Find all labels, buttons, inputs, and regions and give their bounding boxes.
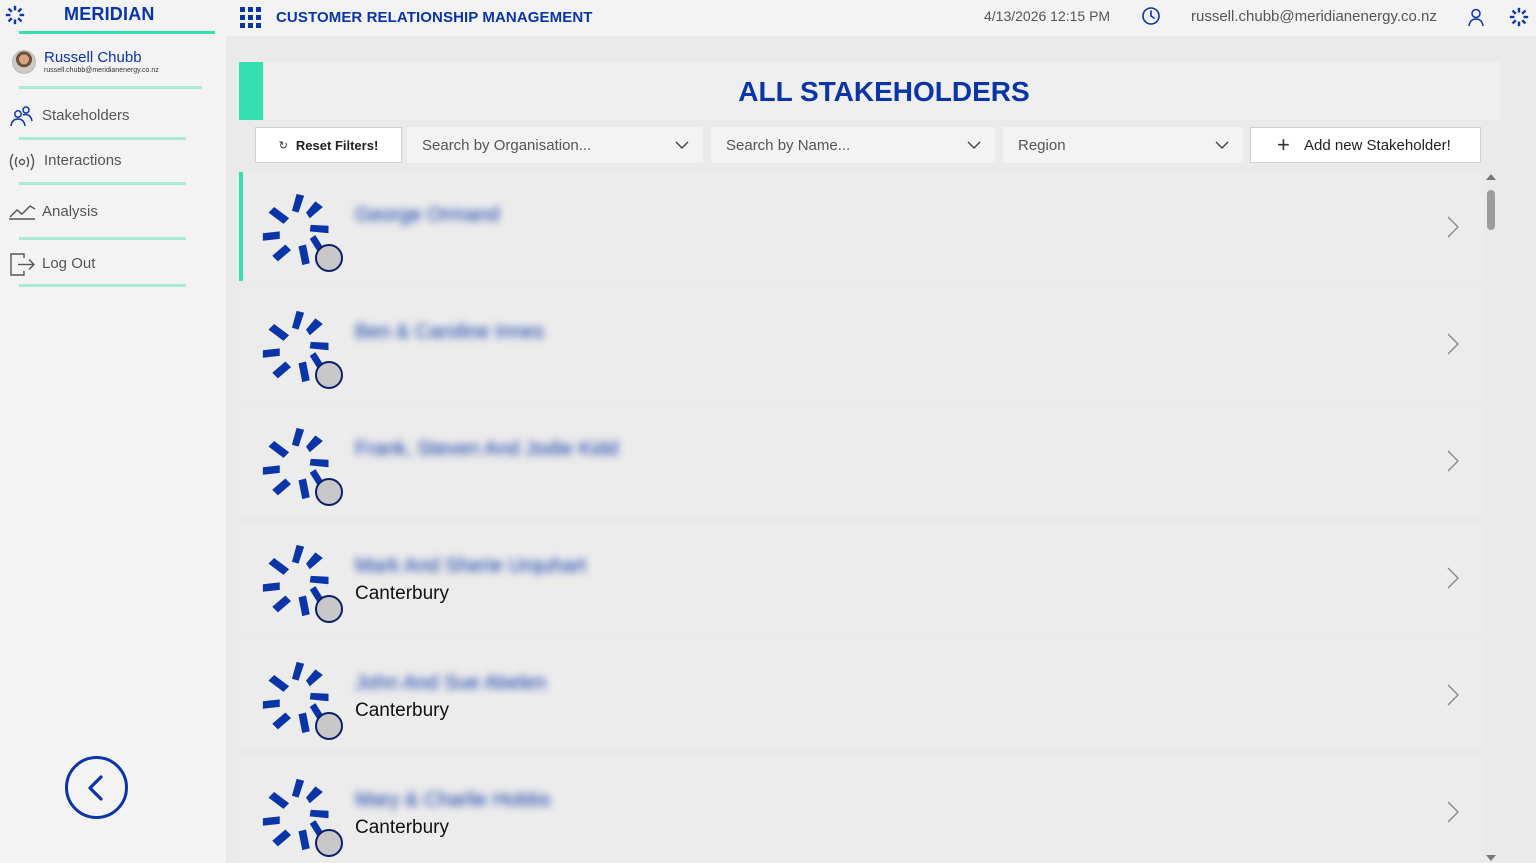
app-title: CUSTOMER RELATIONSHIP MANAGEMENT <box>276 9 593 26</box>
user-email: russell.chubb@meridianenergy.co.nz <box>44 67 159 74</box>
brand-divider <box>19 31 215 34</box>
add-stakeholder-button[interactable]: + Add new Stakeholder! <box>1250 127 1481 163</box>
meridian-logo-icon <box>5 5 25 25</box>
status-indicator <box>315 244 343 272</box>
stakeholder-region: Canterbury <box>355 583 449 604</box>
refresh-icon: ↻ <box>278 139 288 152</box>
stakeholder-row[interactable]: John And Sue Abelen Canterbury <box>239 640 1483 749</box>
people-icon <box>10 106 33 127</box>
stakeholder-name: John And Sue Abelen <box>355 672 547 694</box>
nav-item-interactions[interactable]: Interactions <box>0 141 226 181</box>
nav-divider <box>19 137 186 140</box>
chevron-right-icon <box>1447 801 1459 823</box>
current-datetime: 4/13/2026 12:15 PM <box>984 8 1111 24</box>
user-profile: Russell Chubb russell.chubb@meridianener… <box>12 48 212 88</box>
scrollbar-thumb[interactable] <box>1487 190 1495 230</box>
chevron-down-icon <box>675 141 689 149</box>
stakeholder-row[interactable]: Mary & Charlie Hobbs Canterbury <box>239 757 1483 863</box>
stakeholder-row[interactable]: Mark And Sherie Urquhart Canterbury <box>239 523 1483 632</box>
stakeholder-name: George Ormand <box>355 204 500 226</box>
stakeholder-name: Mark And Sherie Urquhart <box>355 555 587 577</box>
back-button[interactable] <box>65 756 128 819</box>
stakeholder-region: Canterbury <box>355 700 449 721</box>
stakeholder-row[interactable]: Frank, Steven And Jodie Kidd <box>239 406 1483 515</box>
reset-filters-label: Reset Filters! <box>295 137 379 153</box>
status-indicator <box>315 712 343 740</box>
chevron-right-icon <box>1447 567 1459 589</box>
list-scrollbar[interactable] <box>1485 172 1497 863</box>
nav-divider <box>19 237 186 240</box>
meridian-logo-icon <box>1509 7 1529 27</box>
nav-label-log-out: Log Out <box>42 255 96 272</box>
broadcast-icon <box>9 153 35 171</box>
chevron-left-icon <box>87 774 103 801</box>
sidebar: MERIDIAN Russell Chubb russell.chubb@mer… <box>0 0 226 863</box>
status-indicator <box>315 478 343 506</box>
name-search-dropdown[interactable]: Search by Name... <box>711 127 995 163</box>
stakeholder-name: Frank, Steven And Jodie Kidd <box>355 438 619 460</box>
stakeholder-row[interactable]: Ben & Caroline Innes <box>239 289 1483 398</box>
stakeholder-row[interactable]: George Ormand <box>239 172 1483 281</box>
region-dropdown[interactable]: Region <box>1003 127 1243 163</box>
chevron-right-icon <box>1447 216 1459 238</box>
chevron-right-icon <box>1447 450 1459 472</box>
region-placeholder: Region <box>1018 137 1066 154</box>
status-indicator <box>315 361 343 389</box>
nav-divider <box>19 284 186 287</box>
header-user-email: russell.chubb@meridianenergy.co.nz <box>1191 8 1437 25</box>
chevron-right-icon <box>1447 684 1459 706</box>
person-icon[interactable] <box>1466 7 1486 27</box>
stakeholder-list: George Ormand Ben & Caroline Innes Frank… <box>239 172 1483 863</box>
app-launcher-icon[interactable] <box>240 7 261 28</box>
status-indicator <box>315 595 343 623</box>
nav-item-log-out[interactable]: Log Out <box>0 244 226 284</box>
reset-filters-button[interactable]: ↻ Reset Filters! <box>255 127 402 163</box>
nav-label-interactions: Interactions <box>44 152 122 169</box>
title-bar: ALL STAKEHOLDERS <box>239 62 1500 120</box>
nav-item-stakeholders[interactable]: Stakeholders <box>0 96 226 136</box>
nav-item-analysis[interactable]: Analysis <box>0 192 226 232</box>
nav-label-analysis: Analysis <box>42 203 98 220</box>
organisation-search-placeholder: Search by Organisation... <box>422 137 592 154</box>
chevron-right-icon <box>1447 333 1459 355</box>
plus-icon: + <box>1277 132 1290 157</box>
line-chart-icon <box>9 205 36 220</box>
name-search-placeholder: Search by Name... <box>726 137 851 154</box>
nav-label-stakeholders: Stakeholders <box>42 107 130 124</box>
add-stakeholder-label: Add new Stakeholder! <box>1304 137 1451 154</box>
chevron-down-icon <box>1215 141 1229 149</box>
stakeholder-name: Mary & Charlie Hobbs <box>355 789 551 811</box>
clock-icon[interactable] <box>1141 6 1161 26</box>
brand-name: MERIDIAN <box>64 4 155 24</box>
page-title: ALL STAKEHOLDERS <box>738 76 1030 107</box>
logout-icon <box>10 253 35 276</box>
scroll-down-arrow[interactable] <box>1486 855 1496 861</box>
avatar <box>12 50 36 74</box>
scroll-up-arrow[interactable] <box>1486 174 1496 180</box>
stakeholder-region: Canterbury <box>355 817 449 838</box>
organisation-search-dropdown[interactable]: Search by Organisation... <box>407 127 703 163</box>
chevron-down-icon <box>967 141 981 149</box>
stakeholder-name: Ben & Caroline Innes <box>355 321 545 343</box>
nav-divider <box>19 182 186 185</box>
top-bar: CUSTOMER RELATIONSHIP MANAGEMENT 4/13/20… <box>226 0 1536 36</box>
main-content: ALL STAKEHOLDERS ↻ Reset Filters! Search… <box>239 62 1500 863</box>
profile-divider <box>19 86 202 89</box>
user-name: Russell Chubb <box>44 49 142 66</box>
status-indicator <box>315 829 343 857</box>
